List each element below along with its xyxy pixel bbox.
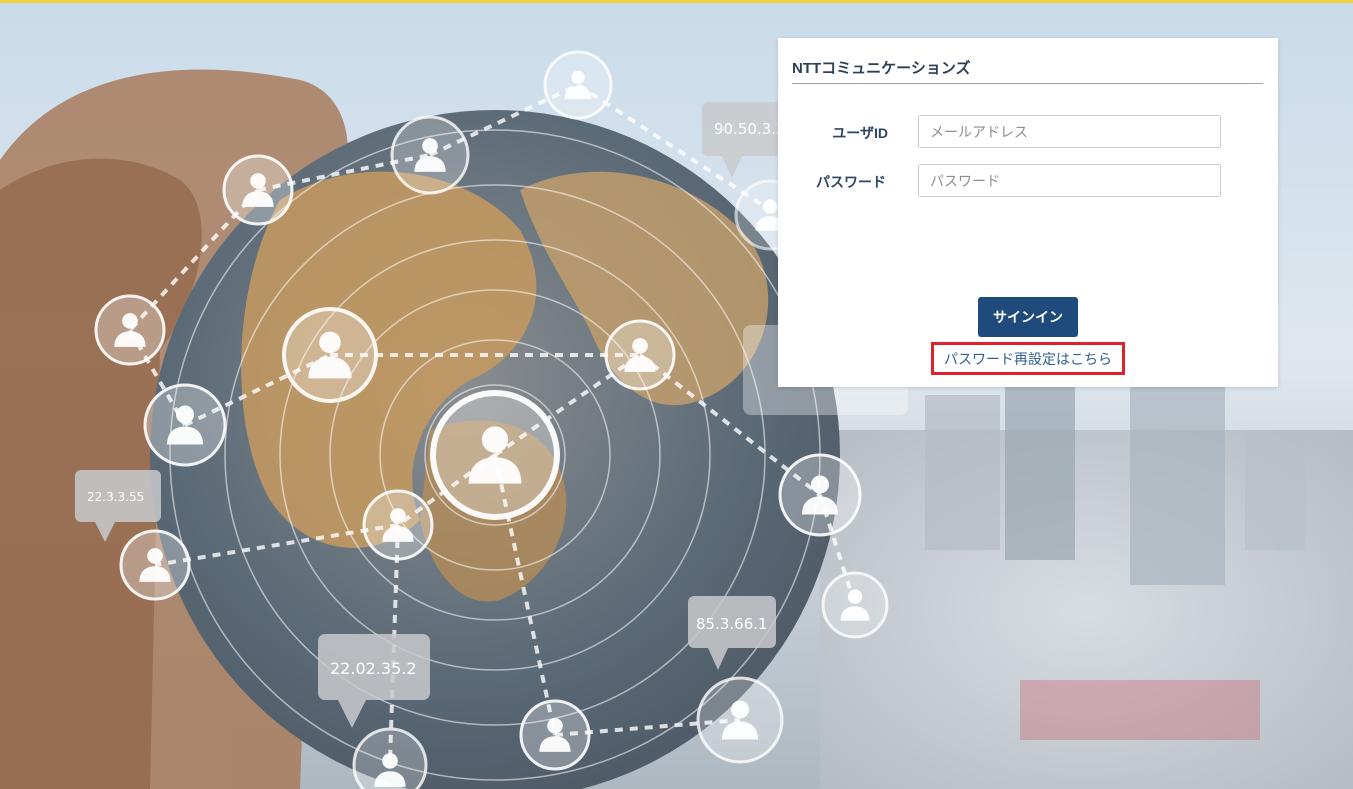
top-accent-line xyxy=(0,0,1353,3)
login-card: NTTコミュニケーションズ ユーザID パスワード サインイン パスワード再設定… xyxy=(778,38,1278,387)
svg-text:85.3.66.1: 85.3.66.1 xyxy=(696,615,768,633)
svg-text:90.50.3.2: 90.50.3.2 xyxy=(714,120,786,138)
card-divider xyxy=(792,83,1263,84)
svg-text:22.3.3.55: 22.3.3.55 xyxy=(87,490,144,504)
svg-text:22.02.35.2: 22.02.35.2 xyxy=(330,659,417,678)
password-label: パスワード xyxy=(816,174,886,190)
password-field[interactable] xyxy=(918,164,1221,197)
user-id-label: ユーザID xyxy=(832,125,888,141)
signin-button[interactable]: サインイン xyxy=(978,297,1078,337)
email-field[interactable] xyxy=(918,115,1221,148)
password-reset-link[interactable]: パスワード再設定はこちら xyxy=(931,342,1125,375)
card-title: NTTコミュニケーションズ xyxy=(792,60,971,77)
